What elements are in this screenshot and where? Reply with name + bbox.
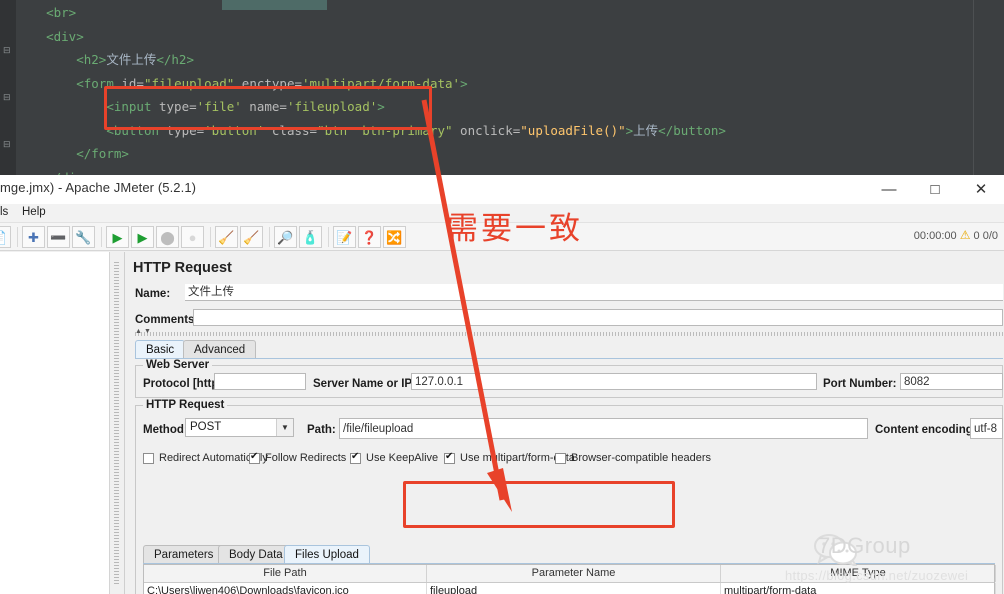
new-icon[interactable]: 📄 — [0, 226, 11, 248]
cell-parameter-name[interactable]: fileupload — [427, 583, 721, 594]
web-server-group-label: Web Server — [143, 359, 213, 371]
path-label: Path: — [307, 424, 336, 436]
checkbox-label: Browser-compatible headers — [571, 452, 712, 464]
code-line: <h2>文件上传</h2> — [76, 52, 194, 67]
method-select[interactable]: POST ▼ — [185, 418, 294, 437]
fold-marker[interactable]: ⊟ — [3, 46, 12, 55]
editor-gutter: ⊟ ⊟ ⊟ — [0, 0, 16, 175]
table-row[interactable]: C:\Users\liwen406\Downloads\favicon.ico … — [144, 583, 996, 594]
tab-advanced[interactable]: Advanced — [183, 340, 257, 358]
toolbar-separator — [17, 227, 18, 247]
cell-file-path[interactable]: C:\Users\liwen406\Downloads\favicon.ico — [144, 583, 427, 594]
method-label: Method: — [143, 424, 188, 436]
checkbox-use-keepalive[interactable] — [350, 451, 361, 464]
clear-all-icon[interactable]: 🧹 — [240, 226, 263, 248]
cell-mime-type[interactable]: multipart/form-data — [721, 583, 996, 594]
name-input[interactable]: 文件上传 — [185, 284, 1003, 301]
watermark-url: https://blog.csdn.net/zuozewei — [785, 568, 969, 583]
server-name-label: Server Name or IP: — [313, 378, 416, 390]
panel-splitter[interactable] — [110, 252, 124, 594]
test-plan-tree-panel[interactable] — [0, 252, 110, 594]
toolbar-separator — [210, 227, 211, 247]
warning-icon[interactable]: ⚠ — [960, 228, 971, 242]
clear-icon[interactable]: 🧹 — [215, 226, 238, 248]
help-icon[interactable]: ❓ — [358, 226, 381, 248]
tab-body-data[interactable]: Body Data — [218, 545, 294, 563]
search-icon[interactable]: 🔎 — [274, 226, 297, 248]
add-icon[interactable]: ✚ — [22, 226, 45, 248]
fold-marker[interactable]: ⊟ — [3, 93, 12, 102]
minimize-button[interactable]: — — [866, 175, 912, 204]
column-header-file-path[interactable]: File Path — [144, 565, 427, 582]
column-header-parameter-name[interactable]: Parameter Name — [427, 565, 721, 582]
collapse-down-icon[interactable]: ▼ — [144, 328, 151, 335]
checkbox-label: Use KeepAlive — [366, 452, 439, 464]
function-helper-icon[interactable]: 📝 — [333, 226, 356, 248]
content-encoding-label: Content encoding: — [875, 424, 977, 436]
menu-item-tools[interactable]: ls — [0, 206, 8, 218]
code-line: </form> — [76, 146, 129, 161]
collapse-up-icon[interactable]: ▲ — [135, 328, 142, 335]
start-no-pauses-icon[interactable]: ▶ — [131, 226, 154, 248]
start-icon[interactable]: ▶ — [106, 226, 129, 248]
editor-margin-line — [973, 0, 974, 175]
watermark-brand: 7DGroup — [818, 533, 911, 558]
fold-marker[interactable]: ⊟ — [3, 140, 12, 149]
collapse-divider — [135, 332, 1003, 336]
comments-label: Comments: — [135, 314, 199, 326]
shutdown-icon[interactable]: ● — [181, 226, 204, 248]
toolbar-separator — [101, 227, 102, 247]
tab-parameters[interactable]: Parameters — [143, 545, 225, 563]
port-number-label: Port Number: — [823, 378, 897, 390]
code-line: <div> — [46, 28, 84, 44]
elapsed-time: 00:00:00 — [913, 230, 957, 242]
content-encoding-input[interactable]: utf-8 — [970, 418, 1003, 439]
reset-search-icon[interactable]: 🧴 — [299, 226, 322, 248]
maximize-button[interactable]: □ — [912, 175, 958, 204]
tab-underline — [135, 358, 1003, 359]
comments-input[interactable] — [193, 309, 1003, 326]
menu-item-help[interactable]: Help — [22, 206, 46, 218]
name-label: Name: — [135, 288, 171, 300]
protocol-input[interactable] — [214, 373, 306, 390]
annotation-note: 需要一致 — [447, 211, 583, 247]
toolbar-separator — [328, 227, 329, 247]
toggle-icon[interactable]: 🔧 — [72, 226, 95, 248]
run-status: 00:00:00 ⚠ 0 0/0 — [914, 228, 998, 242]
tab-basic[interactable]: Basic — [135, 340, 186, 358]
undo-icon[interactable]: 🔀 — [383, 226, 406, 248]
checkbox-redirect-automatically[interactable] — [143, 453, 154, 464]
remove-icon[interactable]: ➖ — [47, 226, 70, 248]
path-input[interactable]: /file/fileupload — [339, 418, 868, 439]
stop-icon[interactable]: ⬤ — [156, 226, 179, 248]
checkbox-browser-compatible-headers[interactable] — [555, 453, 566, 464]
code-editor[interactable]: ⊟ ⊟ ⊟ <br> <div> <h2>文件上传</h2> <form id=… — [0, 0, 1004, 175]
warning-count: 0 — [973, 230, 980, 242]
port-number-input[interactable]: 8082 — [900, 373, 1003, 390]
splitter-grip[interactable] — [114, 262, 119, 584]
http-request-group-label: HTTP Request — [143, 399, 228, 411]
active-threads: 0/0 — [982, 230, 998, 242]
close-button[interactable]: ✕ — [958, 175, 1004, 204]
page-title: HTTP Request — [133, 260, 232, 276]
tab-files-upload[interactable]: Files Upload — [284, 545, 370, 563]
checkbox-use-multipart-form-data[interactable] — [444, 451, 455, 464]
server-name-input[interactable]: 127.0.0.1 — [411, 373, 817, 390]
code-line: <input type='file' name='fileupload'> — [106, 99, 385, 114]
code-line: <form id="fileupload" enctype='multipart… — [76, 75, 468, 91]
toolbar-separator — [269, 227, 270, 247]
method-value: POST — [190, 421, 222, 433]
checkbox-label: Follow Redirects — [265, 452, 347, 464]
code-line: <br> — [46, 5, 77, 20]
chevron-down-icon[interactable]: ▼ — [276, 419, 293, 436]
window-title: mge.jmx) - Apache JMeter (5.2.1) — [0, 180, 197, 195]
code-line: </div> — [16, 166, 1004, 176]
checkbox-follow-redirects[interactable] — [249, 451, 260, 464]
code-line: <button type='button' class="btn btn-pri… — [106, 122, 726, 138]
window-title-bar: mge.jmx) - Apache JMeter (5.2.1) — □ ✕ — [0, 175, 1004, 204]
editor-code[interactable]: <br> <div> <h2>文件上传</h2> <form id="fileu… — [16, 0, 1004, 175]
